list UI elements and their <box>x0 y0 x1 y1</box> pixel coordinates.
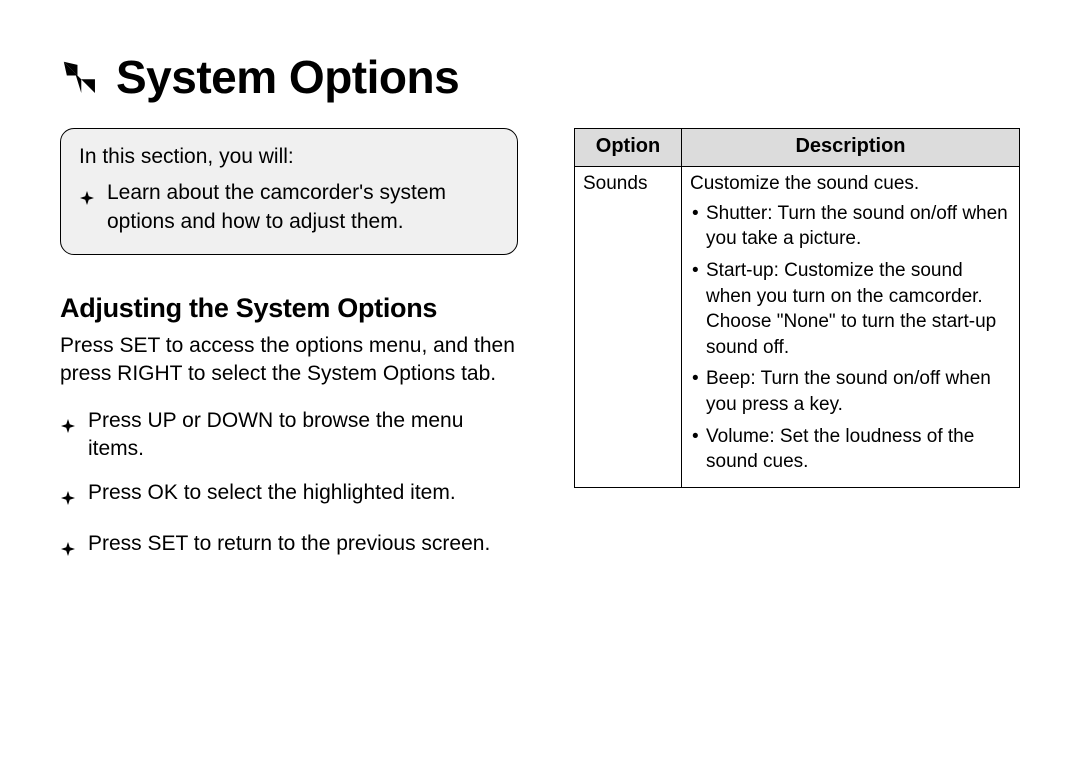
page: System Options In this section, you will… <box>0 0 1080 580</box>
diamond-bullet-icon <box>60 413 76 464</box>
header-option: Option <box>575 129 682 167</box>
description-bullets: Shutter: Turn the sound on/off when you … <box>690 201 1011 475</box>
instruction-item: Press UP or DOWN to browse the menu item… <box>60 407 518 464</box>
cell-description: Customize the sound cues. Shutter: Turn … <box>682 167 1020 488</box>
cell-option: Sounds <box>575 167 682 488</box>
page-title: System Options <box>116 50 459 104</box>
left-column: In this section, you will: Learn about t… <box>60 128 518 580</box>
description-bullet: Volume: Set the loudness of the sound cu… <box>690 424 1011 475</box>
description-lead: Customize the sound cues. <box>690 171 1011 197</box>
section-callout: In this section, you will: Learn about t… <box>60 128 518 255</box>
arrow-down-right-icon <box>60 58 98 96</box>
table-row: Sounds Customize the sound cues. Shutter… <box>575 167 1020 488</box>
columns: In this section, you will: Learn about t… <box>60 128 1020 580</box>
instruction-item: Press OK to select the highlighted item. <box>60 479 518 513</box>
diamond-bullet-icon <box>60 536 76 564</box>
diamond-bullet-icon <box>60 485 76 513</box>
instruction-text: Press SET to return to the previous scre… <box>88 530 490 564</box>
section-heading: Adjusting the System Options <box>60 293 518 324</box>
right-column: Option Description Sounds Customize the … <box>574 128 1020 580</box>
intro-text: Press SET to access the options menu, an… <box>60 332 518 389</box>
callout-lead: In this section, you will: <box>79 143 499 171</box>
title-row: System Options <box>60 50 1020 104</box>
instruction-list: Press UP or DOWN to browse the menu item… <box>60 407 518 564</box>
instruction-item: Press SET to return to the previous scre… <box>60 530 518 564</box>
instruction-text: Press OK to select the highlighted item. <box>88 479 456 513</box>
callout-item-text: Learn about the camcorder's system optio… <box>107 179 499 236</box>
description-bullet: Shutter: Turn the sound on/off when you … <box>690 201 1011 252</box>
instruction-text: Press UP or DOWN to browse the menu item… <box>88 407 518 464</box>
diamond-bullet-icon <box>79 185 95 236</box>
header-description: Description <box>682 129 1020 167</box>
description-bullet: Beep: Turn the sound on/off when you pre… <box>690 366 1011 417</box>
table-header-row: Option Description <box>575 129 1020 167</box>
options-table: Option Description Sounds Customize the … <box>574 128 1020 488</box>
callout-item: Learn about the camcorder's system optio… <box>79 179 499 236</box>
description-bullet: Start-up: Customize the sound when you t… <box>690 258 1011 361</box>
